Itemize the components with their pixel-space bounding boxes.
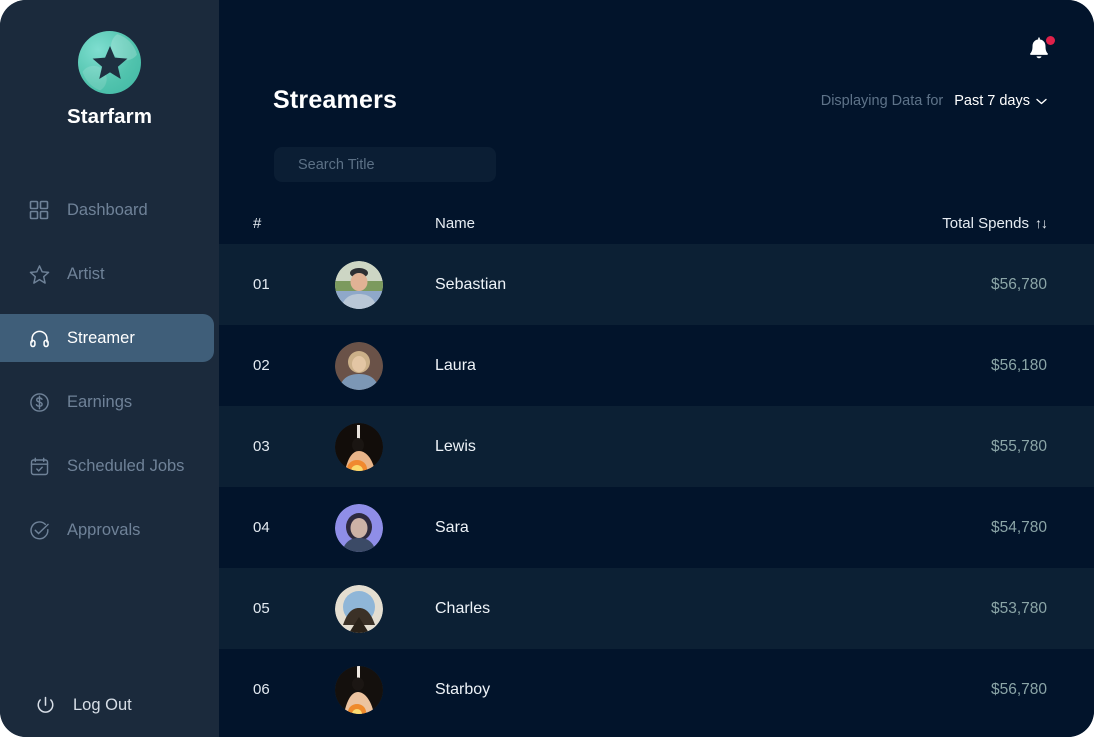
- check-circle-icon: [28, 519, 50, 541]
- sidebar-item-label: Approvals: [67, 520, 141, 539]
- grid-icon: [28, 199, 50, 221]
- search-box[interactable]: [274, 147, 496, 182]
- row-name: Laura: [435, 356, 476, 374]
- row-number: 03: [253, 438, 270, 455]
- avatar: [335, 665, 383, 714]
- star-logo-icon: [78, 31, 141, 94]
- row-avatar-cell: [335, 503, 435, 552]
- table-header-row: # Name Total Spends ↑↓: [219, 202, 1094, 244]
- row-total-spend: $53,780: [990, 599, 1047, 617]
- brand-name: Starfarm: [66, 105, 153, 128]
- avatar: [335, 584, 383, 633]
- sidebar-item-earnings[interactable]: Earnings: [0, 378, 219, 426]
- row-avatar-cell: [335, 341, 435, 390]
- row-number: 04: [253, 519, 270, 536]
- column-header-total-spends[interactable]: Total Spends ↑↓: [844, 215, 1094, 232]
- search-input[interactable]: [298, 156, 485, 173]
- row-number: 05: [253, 600, 270, 617]
- column-header-total-spends-label: Total Spends: [942, 214, 1029, 232]
- main-content: Streamers Displaying Data for Past 7 day…: [219, 0, 1094, 737]
- column-header-number: #: [253, 214, 262, 232]
- page-title: Streamers: [273, 86, 398, 114]
- date-range-select[interactable]: Past 7 days: [954, 93, 1047, 109]
- sidebar-item-artist[interactable]: Artist: [0, 250, 219, 298]
- row-total-spend: $54,780: [990, 518, 1047, 536]
- table-row[interactable]: 02 Laura $56,180: [219, 325, 1094, 406]
- row-total-spend: $56,180: [990, 356, 1047, 374]
- row-total-spend: $55,780: [990, 437, 1047, 455]
- brand: Starfarm: [0, 0, 219, 129]
- sidebar-item-streamer[interactable]: Streamer: [0, 314, 214, 362]
- row-avatar-cell: [335, 260, 435, 309]
- sidebar-item-dashboard[interactable]: Dashboard: [0, 186, 219, 234]
- sidebar-nav: Dashboard Artist Streamer Earnings Sched…: [0, 186, 219, 570]
- logout-button[interactable]: Log Out: [0, 694, 219, 716]
- sidebar-item-label: Earnings: [67, 392, 133, 411]
- chevron-down-icon: [1036, 98, 1047, 104]
- row-name: Starboy: [435, 680, 491, 698]
- sidebar-item-label: Artist: [67, 264, 105, 283]
- row-total-spend: $56,780: [990, 275, 1047, 293]
- row-number: 06: [253, 681, 270, 698]
- sidebar-item-label: Dashboard: [67, 200, 148, 219]
- date-range-label: Displaying Data for: [820, 93, 944, 109]
- sidebar-item-scheduled-jobs[interactable]: Scheduled Jobs: [0, 442, 219, 490]
- row-name: Lewis: [435, 437, 476, 455]
- row-name: Sebastian: [435, 275, 507, 293]
- power-icon: [34, 694, 56, 716]
- notification-bell-button[interactable]: [1026, 36, 1055, 66]
- avatar: [335, 260, 383, 309]
- sidebar-item-approvals[interactable]: Approvals: [0, 506, 219, 554]
- notification-badge-dot: [1046, 36, 1055, 45]
- table-row[interactable]: 05 Charles $53,780: [219, 568, 1094, 649]
- row-number: 01: [253, 276, 270, 293]
- calendar-icon: [28, 455, 50, 477]
- table-row[interactable]: 04 Sara $54,780: [219, 487, 1094, 568]
- avatar: [335, 422, 383, 471]
- sort-arrows-icon[interactable]: ↑↓: [1035, 215, 1048, 231]
- table-row[interactable]: 06 Starboy $56,780: [219, 649, 1094, 730]
- logout-label: Log Out: [73, 695, 132, 714]
- row-avatar-cell: [335, 665, 435, 714]
- sidebar-item-label: Scheduled Jobs: [67, 456, 185, 475]
- streamers-table: # Name Total Spends ↑↓ 01 Sebastian $56,…: [219, 202, 1094, 730]
- row-avatar-cell: [335, 422, 435, 471]
- table-row[interactable]: 03 Lewis $55,780: [219, 406, 1094, 487]
- app-window: Starfarm Dashboard Artist Streamer Earni…: [0, 0, 1094, 737]
- date-range-filter: Displaying Data for Past 7 days: [821, 93, 1047, 109]
- row-number: 02: [253, 357, 270, 374]
- dollar-icon: [28, 391, 50, 413]
- star-icon: [28, 263, 50, 285]
- sidebar: Starfarm Dashboard Artist Streamer Earni…: [0, 0, 219, 737]
- row-total-spend: $56,780: [990, 680, 1047, 698]
- headphones-icon: [28, 327, 50, 349]
- date-range-value: Past 7 days: [954, 93, 1030, 109]
- table-row[interactable]: 01 Sebastian $56,780: [219, 244, 1094, 325]
- row-name: Sara: [435, 518, 469, 536]
- row-avatar-cell: [335, 584, 435, 633]
- column-header-name: Name: [435, 214, 476, 232]
- avatar: [335, 503, 383, 552]
- row-name: Charles: [435, 599, 491, 617]
- sidebar-item-label: Streamer: [67, 328, 135, 347]
- avatar: [335, 341, 383, 390]
